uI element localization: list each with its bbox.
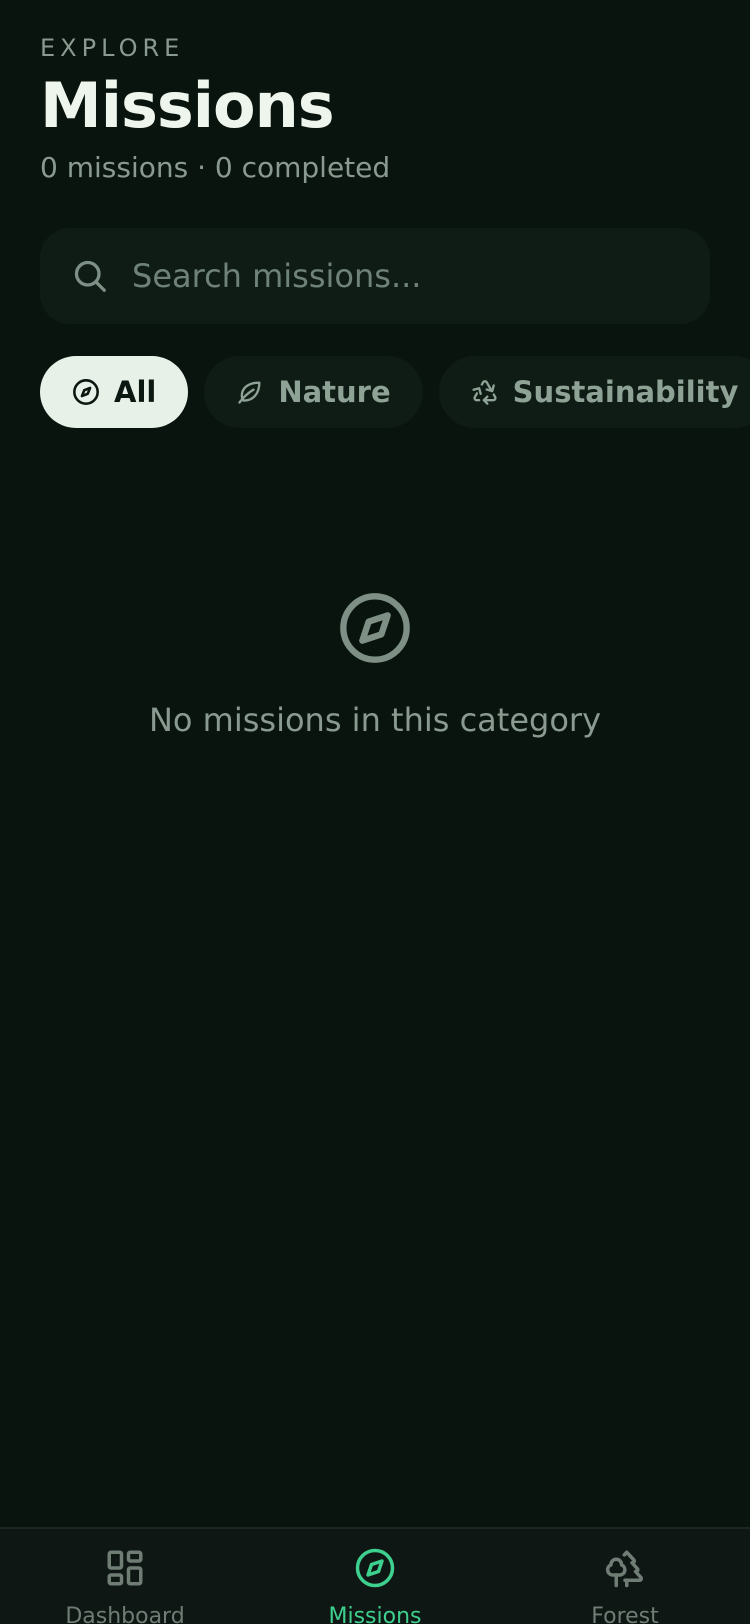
page-eyebrow: EXPLORE xyxy=(40,34,185,62)
nav-item-missions[interactable]: Missions xyxy=(250,1529,500,1624)
filter-chip-nature[interactable]: Nature xyxy=(204,356,423,428)
filter-chip-label: All xyxy=(114,375,157,409)
compass-icon xyxy=(72,378,100,406)
filter-chip-label: Nature xyxy=(278,375,391,409)
search-bar[interactable] xyxy=(40,228,710,324)
search-input[interactable] xyxy=(132,228,710,324)
compass-icon xyxy=(354,1547,396,1589)
dashboard-icon xyxy=(104,1547,146,1589)
page-title: Missions xyxy=(40,69,335,142)
filter-chip-sustainability[interactable]: Sustainability xyxy=(438,356,750,428)
nav-item-dashboard[interactable]: Dashboard xyxy=(0,1529,250,1624)
nav-item-forest[interactable]: Forest xyxy=(500,1529,750,1624)
empty-state-message: No missions in this category xyxy=(148,701,601,739)
category-filters: All Nature Sustainability xyxy=(40,356,750,428)
filter-chip-all[interactable]: All xyxy=(40,356,189,428)
mission-count: 0 missions · 0 completed xyxy=(40,151,391,184)
nav-label: Forest xyxy=(591,1604,659,1624)
trees-icon xyxy=(604,1547,646,1589)
nav-label: Dashboard xyxy=(65,1604,185,1624)
leaf-icon xyxy=(236,378,264,406)
compass-icon xyxy=(337,590,413,666)
nav-label: Missions xyxy=(328,1604,422,1624)
search-icon xyxy=(72,258,108,294)
empty-state: No missions in this category xyxy=(0,590,750,740)
missions-screen: EXPLORE Missions 0 missions · 0 complete… xyxy=(0,0,750,1624)
page-header: EXPLORE Missions 0 missions · 0 complete… xyxy=(40,34,710,186)
filter-chip-label: Sustainability xyxy=(512,375,739,409)
bottom-nav: Dashboard Missions Forest xyxy=(0,1527,750,1624)
recycle-icon xyxy=(471,378,499,406)
